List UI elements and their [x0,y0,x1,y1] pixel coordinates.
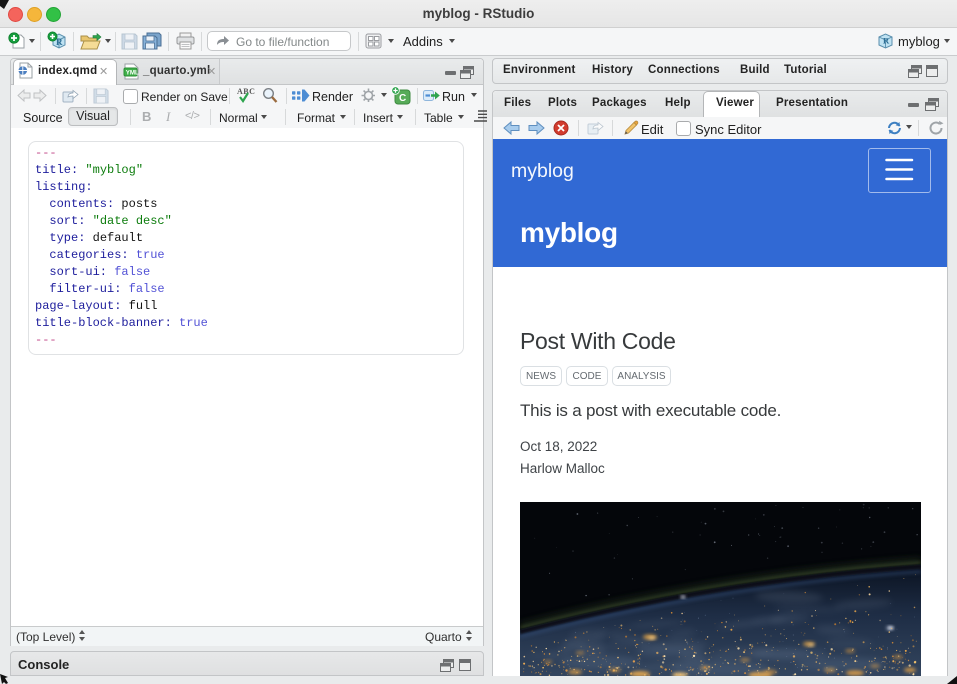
svg-text:YML: YML [126,70,139,77]
svg-text:C: C [399,93,406,104]
svg-text:R: R [883,36,890,46]
